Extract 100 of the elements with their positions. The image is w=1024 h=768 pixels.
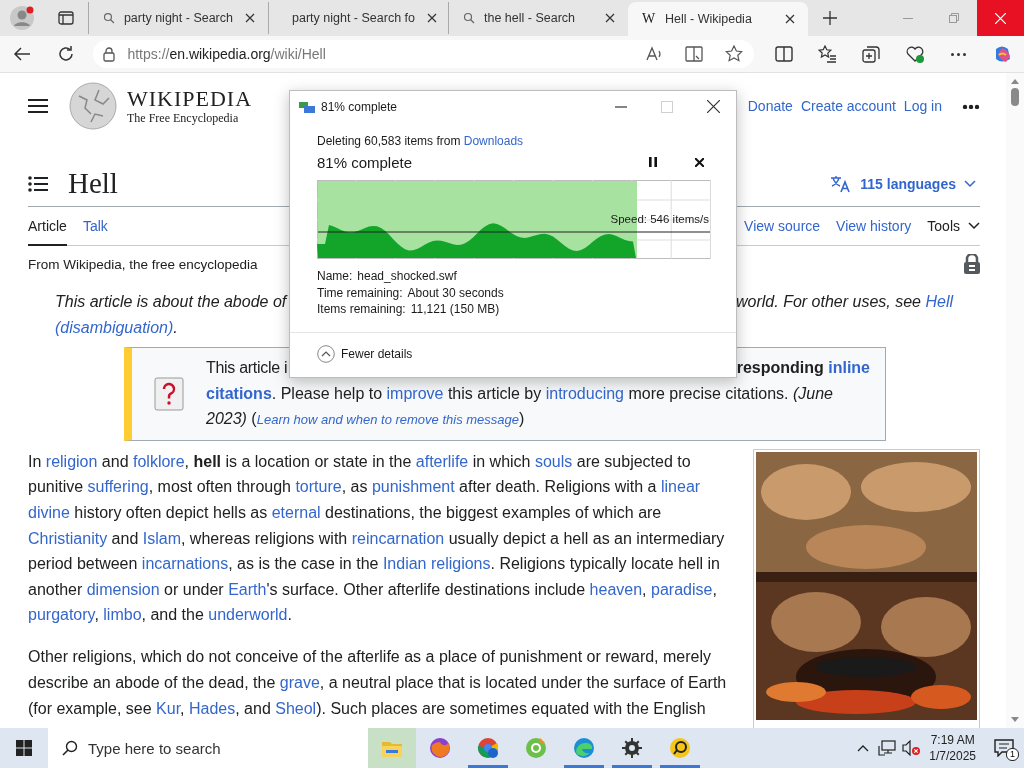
link[interactable]: Hell	[925, 293, 953, 310]
link[interactable]: incarnations	[141, 555, 229, 573]
link[interactable]: religion	[45, 452, 98, 470]
details-toggle[interactable]: Fewer details	[317, 344, 736, 363]
search-icon	[463, 12, 475, 24]
close-icon	[706, 100, 720, 113]
tab-actions-icon	[58, 11, 74, 25]
notification-count: 1	[1006, 748, 1019, 761]
browser-tab[interactable]: party night - Search	[88, 2, 268, 34]
detail-value: head_shocked.swf	[357, 269, 457, 283]
link[interactable]: Islam	[142, 529, 181, 547]
link[interactable]: Hades	[188, 699, 236, 717]
link[interactable]: heaven	[589, 580, 643, 598]
link[interactable]: torture	[295, 478, 342, 496]
link[interactable]: divine	[28, 503, 70, 521]
link[interactable]: citations	[206, 384, 272, 402]
notifications-button[interactable]: 1	[984, 728, 1024, 768]
browser-tab[interactable]: party night - Search fo	[268, 2, 448, 34]
languages-button[interactable]: 115 languages	[860, 175, 956, 192]
user-link[interactable]: Create account	[800, 98, 896, 114]
link[interactable]: folklore	[133, 452, 185, 470]
lock-icon[interactable]	[101, 46, 118, 62]
chevron-down-icon[interactable]	[968, 222, 980, 230]
address-field[interactable]: https://en.wikipedia.org/wiki/Hell	[93, 40, 754, 68]
scrollbar-thumb[interactable]	[1011, 88, 1019, 106]
detail-label: Items remaining:	[317, 302, 406, 316]
transfer-icon	[299, 100, 315, 113]
link[interactable]: Indian religions	[382, 555, 491, 573]
link[interactable]: underworld	[208, 606, 288, 624]
notice-text: This article i	[206, 358, 288, 378]
wave-icon	[573, 737, 595, 759]
link[interactable]: paradise	[651, 580, 713, 598]
link[interactable]: afterlife	[415, 452, 469, 470]
link[interactable]: improve	[386, 384, 444, 402]
page-action-link[interactable]: View source	[744, 207, 821, 245]
page-tab[interactable]: Article	[28, 207, 67, 246]
clock[interactable]: 7:19 AM 1/7/2025	[929, 732, 976, 764]
sound-wave-icon[interactable]	[644, 46, 663, 62]
link[interactable]: grave	[279, 673, 320, 691]
hatnote-text: world. For other uses, see Hell	[736, 292, 953, 312]
link[interactable]: Christianity	[28, 529, 108, 547]
collections-icon	[862, 45, 881, 63]
user-link[interactable]: Donate	[747, 98, 793, 114]
close-icon	[995, 12, 1006, 24]
detail-label: Time remaining:	[317, 285, 403, 300]
scroll-up-icon[interactable]	[1011, 79, 1019, 84]
link[interactable]: eternal	[271, 503, 321, 521]
link[interactable]: introducing	[545, 384, 624, 402]
link[interactable]: (disambiguation)	[55, 319, 174, 336]
link[interactable]: purgatory	[28, 606, 95, 624]
detail-value: 11,121 (150 MB)	[410, 302, 500, 316]
cancel-icon	[694, 157, 704, 167]
chevron-up-circle-icon	[317, 344, 335, 363]
more-icon[interactable]	[962, 103, 980, 109]
notice-text: citations. Please help to improve this article by introducing more precise citations. (June 2023) (Learn how and when to remove this message)	[206, 383, 834, 430]
monitor-icon	[878, 740, 897, 756]
favorites-icon	[818, 45, 837, 63]
link[interactable]: Learn how and when to remove this message	[256, 412, 520, 428]
search-icon	[62, 740, 78, 756]
link[interactable]: Sheol	[275, 699, 317, 717]
ring-icon	[429, 737, 451, 759]
globe-logo-icon	[69, 82, 117, 130]
menu-icon[interactable]	[28, 98, 48, 114]
link[interactable]: limbo	[103, 606, 142, 624]
link[interactable]: reincarnation	[351, 529, 445, 547]
avatar-icon[interactable]	[9, 5, 35, 31]
page-action-link[interactable]: View history	[836, 207, 912, 245]
plus-icon	[823, 11, 837, 25]
link[interactable]: linear	[660, 478, 701, 496]
message-icon	[994, 739, 1014, 757]
lock-icon[interactable]	[964, 254, 980, 274]
browser-tab[interactable]: W Hell - Wikipedia	[628, 2, 808, 36]
minimize-icon	[903, 17, 913, 19]
scroll-down-icon[interactable]	[1011, 717, 1019, 722]
reader-icon[interactable]	[684, 46, 703, 62]
wordmark: WIKIPEDIA	[127, 86, 253, 111]
article-paragraph: Other religions, which do not conceive of the afterlife as a place of punishment or reward, merely describe an abode of the dead, the grave, a neutral place that is located under the surface of Earth (for example, see Kur, Hades, and Sheol). Such places are sometimes equated with the English	[28, 647, 728, 719]
site-note: From Wikipedia, the free encyclopedia	[28, 256, 258, 272]
link[interactable]: inline	[828, 359, 870, 376]
star-icon[interactable]	[724, 45, 743, 63]
user-link[interactable]: Log in	[903, 98, 942, 114]
link[interactable]: Downloads	[463, 134, 524, 148]
page-tab[interactable]: Talk	[82, 207, 108, 246]
dialog-message: Deleting 60,583 items from Downloads	[317, 134, 525, 148]
link[interactable]: dimension	[86, 580, 160, 598]
link[interactable]: punishment	[371, 478, 455, 496]
tools-menu[interactable]: Tools	[927, 218, 960, 234]
back-arrow-icon	[12, 46, 31, 62]
link[interactable]: Kur	[156, 699, 181, 717]
contents-icon[interactable]	[28, 175, 48, 192]
link[interactable]: Earth	[228, 580, 267, 598]
link[interactable]: souls	[534, 452, 573, 470]
wheel-icon	[477, 737, 499, 759]
restore-icon	[949, 13, 959, 23]
search-field[interactable]: Type here to search	[48, 728, 368, 768]
hatnote-text: (disambiguation).	[55, 318, 178, 338]
link[interactable]: suffering	[87, 478, 149, 496]
notice-text: responding inline	[736, 358, 870, 378]
hatnote-text: This article is about the abode of	[55, 292, 287, 312]
detail-label: Name:	[317, 269, 353, 283]
